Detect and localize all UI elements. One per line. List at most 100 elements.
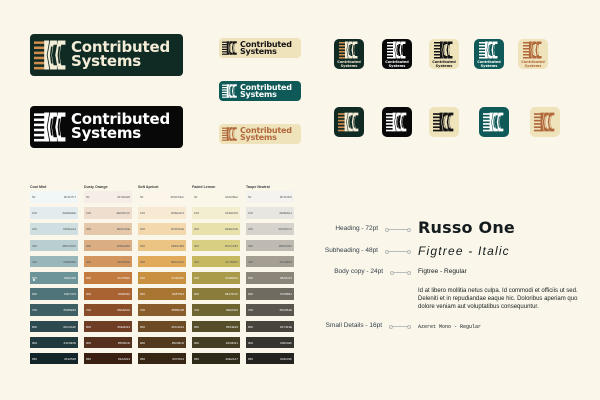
- swatch-hex: #F3EFD0: [225, 211, 238, 216]
- swatch-hex: #C47B3F: [117, 275, 130, 280]
- swatch-step: 600: [140, 292, 146, 297]
- swatch-step: 900: [248, 340, 254, 345]
- swatch-hex: #3A2013: [117, 356, 130, 361]
- swatch-step: 600: [194, 292, 200, 297]
- brand-mark-icon: [479, 40, 499, 60]
- small-details-spec-label: Small Details - 16pt: [325, 322, 382, 329]
- palette-column-title: Cool Mint: [30, 185, 47, 189]
- swatch-step: 700: [140, 308, 146, 313]
- logo-square-teal: [479, 107, 509, 137]
- swatch-hex: #D2945E: [117, 259, 130, 264]
- brand-caption: Contributed Systems: [432, 60, 456, 68]
- swatch-step: 800: [248, 324, 254, 329]
- logo-square-cream-captioned: Contributed Systems: [429, 39, 459, 69]
- color-swatch: 100 #EFDFCF: [84, 207, 132, 219]
- swatch-hex: #A87533: [171, 292, 184, 297]
- color-swatch: 50 #FAF8EA: [192, 191, 240, 203]
- swatch-step: 800: [194, 324, 200, 329]
- swatch-hex: #55301D: [117, 340, 130, 345]
- brand-wordmark: Contributed Systems: [240, 40, 292, 56]
- swatch-step: 50: [194, 195, 198, 199]
- brand-name-line2: Systems: [240, 133, 277, 142]
- swatch-step: 950: [86, 356, 92, 361]
- swatch-hex: #8A8479: [279, 275, 292, 280]
- color-swatch: 800 #6C4A24: [138, 320, 186, 333]
- swatch-step: 900: [140, 340, 146, 345]
- logo-square-dark-green: [334, 107, 364, 137]
- color-swatch: 300 #B8CDD0: [30, 239, 78, 252]
- swatch-step: 400: [86, 259, 92, 264]
- color-swatch: 900 #433D21: [192, 336, 240, 349]
- color-swatch: 200 #F2D9AE: [138, 223, 186, 235]
- swatch-hex: #F4F3F0: [279, 195, 292, 199]
- body-spec-label: Body copy - 24pt: [334, 268, 383, 275]
- swatch-hex: #8A7D3C: [224, 292, 238, 297]
- logo-square-teal-captioned: Contributed Systems: [474, 39, 504, 69]
- swatch-hex: #2E2A17: [225, 356, 238, 361]
- swatch-step: 50: [140, 195, 144, 199]
- swatch-hex: #C9903F: [171, 275, 184, 280]
- swatch-hex: #F3F7F7: [63, 195, 76, 199]
- color-swatch: 900 #36342F: [246, 336, 294, 349]
- swatch-hex: #8A4D2A: [117, 308, 130, 313]
- color-swatch: 50 #FDF6EC: [138, 191, 186, 203]
- color-swatch: 600 #A96232: [84, 288, 132, 300]
- color-swatch: 400 #A49E93: [246, 255, 294, 268]
- swatch-hex: #99B6BA: [63, 259, 76, 264]
- swatch-step: 200: [140, 227, 146, 232]
- color-swatch: 400 #C7B961: [192, 255, 240, 268]
- color-swatch: 700 #3D5E63: [30, 304, 78, 316]
- brand-mark-icon: [222, 126, 238, 142]
- brand-name-line2: Systems: [71, 124, 142, 142]
- swatch-step: 200: [86, 227, 92, 232]
- swatch-step: 800: [86, 324, 92, 329]
- swatch-step: 100: [248, 211, 254, 216]
- swatch-step: 950: [140, 356, 146, 361]
- brand-mark-icon: [483, 111, 505, 133]
- swatch-hex: #F8EAD4: [170, 211, 184, 216]
- color-swatch: 500 #A99B4A: [192, 271, 240, 284]
- swatch-hex: #D6E1E3: [63, 227, 76, 232]
- swatch-step: 900: [86, 340, 92, 345]
- color-swatch: 950 #372613: [138, 352, 186, 365]
- swatch-step: 950: [32, 356, 38, 361]
- brand-mark-icon: [387, 40, 407, 60]
- logo-square-cream: [429, 107, 459, 137]
- brand-wordmark: Contributed Systems: [240, 83, 292, 99]
- swatch-step: 500: [248, 275, 254, 280]
- swatch-hex: #FDF6EC: [170, 195, 184, 199]
- brand-mark-icon: [433, 111, 455, 133]
- color-swatch: 800 #2C4A4F: [30, 320, 78, 333]
- color-swatch: 950 #3A2013: [84, 352, 132, 365]
- brand-caption: Contributed Systems: [477, 60, 501, 68]
- color-swatch: 900 #1F393D: [30, 336, 78, 349]
- swatch-step: 800: [32, 324, 38, 329]
- brand-mark-icon: [534, 111, 556, 133]
- palette-column-title: Soft Apricot: [138, 185, 159, 189]
- swatch-hex: #A96232: [117, 292, 130, 297]
- color-swatch: 200 #E9E2AE: [192, 223, 240, 235]
- brand-wordmark: Contributed Systems: [71, 112, 170, 142]
- swatch-step: 400: [140, 259, 146, 264]
- subheading-connector: [385, 249, 411, 254]
- brand-mark-icon: [434, 40, 454, 60]
- color-swatch: 700 #8A4D2A: [84, 304, 132, 316]
- swatch-step: 300: [194, 243, 200, 248]
- swatch-hex: #36342F: [280, 340, 292, 345]
- brand-mark-icon: [339, 40, 359, 60]
- swatch-hex: #A49E93: [279, 259, 292, 264]
- swatch-hex: #5A564E: [279, 308, 292, 313]
- swatch-hex: #24231F: [280, 356, 292, 361]
- brand-name-line2: Systems: [240, 47, 277, 56]
- swatch-hex: #DBAE85: [116, 243, 130, 248]
- swatch-hex: #FAF8EA: [225, 195, 238, 199]
- swatch-hex: #C7B961: [225, 259, 238, 264]
- swatch-hex: #372613: [172, 356, 184, 361]
- swatch-step: 200: [32, 227, 38, 232]
- color-swatch: 800 #564E29: [192, 320, 240, 333]
- color-swatch: 50 #F7EFE8: [84, 191, 132, 203]
- swatch-hex: #706B61: [279, 292, 292, 297]
- swatch-hex: #6E9499: [63, 275, 76, 280]
- swatch-hex: #EFDFCF: [116, 211, 131, 216]
- swatch-hex: #2C4A4F: [63, 324, 76, 329]
